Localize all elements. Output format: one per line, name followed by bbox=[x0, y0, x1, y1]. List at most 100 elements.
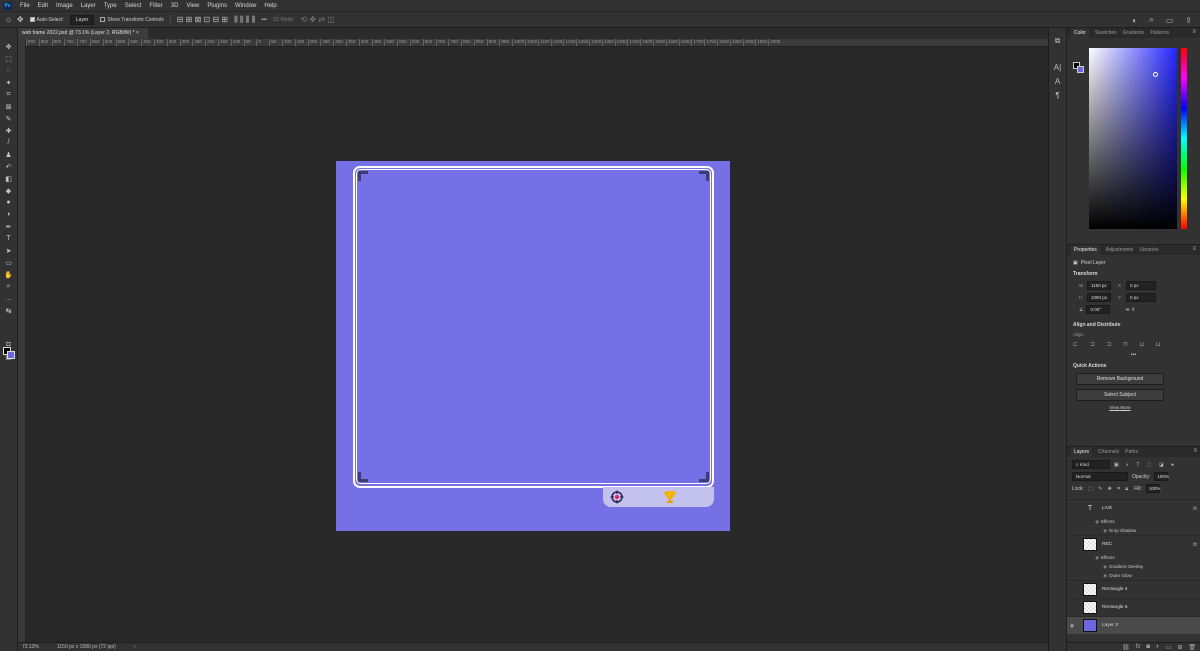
more-tools-icon[interactable]: … bbox=[3, 293, 15, 304]
eyedropper-icon[interactable]: ✎ bbox=[3, 113, 15, 124]
more-options-button[interactable]: ••• bbox=[261, 17, 266, 23]
marquee-tool-icon[interactable]: ⬚ bbox=[3, 53, 15, 64]
hue-slider[interactable] bbox=[1181, 48, 1187, 229]
tab-patterns[interactable]: Patterns bbox=[1150, 30, 1169, 36]
effects-row[interactable]: ◉ Effects bbox=[1067, 553, 1200, 562]
panel-menu-icon[interactable]: ≡ bbox=[1192, 29, 1196, 35]
workspace-icon[interactable]: ▭ bbox=[1166, 16, 1174, 25]
menu-select[interactable]: Select bbox=[121, 3, 146, 9]
width-field[interactable]: 1150 px bbox=[1087, 281, 1111, 290]
fx-icon[interactable]: fx bbox=[1193, 506, 1197, 512]
blend-mode-dropdown[interactable]: Normal bbox=[1072, 472, 1128, 481]
layer-row[interactable]: T LIVE fx bbox=[1067, 499, 1200, 517]
menu-3d[interactable]: 3D bbox=[167, 3, 183, 9]
crop-tool-icon[interactable]: ⌗ bbox=[3, 89, 15, 100]
align-icons[interactable]: ⊟ ⊞ ⊠ ⊡ ⊟ ⊞ bbox=[177, 15, 228, 24]
glyph-icon[interactable]: A bbox=[1055, 77, 1060, 86]
layer-row[interactable]: REC fx bbox=[1067, 535, 1200, 553]
eye-icon[interactable]: ◉ bbox=[1067, 528, 1109, 534]
new-group-icon[interactable]: ▭ bbox=[1166, 644, 1172, 651]
tab-layers[interactable]: Layers bbox=[1071, 447, 1093, 457]
close-icon[interactable]: × bbox=[136, 30, 139, 36]
magic-wand-icon[interactable]: ✦ bbox=[3, 77, 15, 88]
menu-file[interactable]: File bbox=[16, 3, 34, 9]
rectangle-tool-icon[interactable]: ▭ bbox=[3, 257, 15, 268]
distribute-icons[interactable]: ⫼ ⫼ ⫼ ⫼ bbox=[234, 15, 255, 25]
layer-name[interactable]: LIVE bbox=[1102, 506, 1112, 511]
flip-icons[interactable]: ⇹ ⇳ bbox=[1125, 307, 1135, 313]
tab-swatches[interactable]: Swatches bbox=[1095, 30, 1117, 36]
layer-filter-icons[interactable]: ▣ ◐ T ⬚ ◪ ● bbox=[1114, 462, 1177, 468]
menu-help[interactable]: Help bbox=[260, 3, 280, 9]
tab-color[interactable]: Color bbox=[1071, 28, 1089, 38]
move-tool-icon[interactable]: ✥ bbox=[3, 41, 15, 52]
adjustment-layer-icon[interactable]: ◐ bbox=[1156, 644, 1160, 650]
menu-filter[interactable]: Filter bbox=[145, 3, 166, 9]
effect-row[interactable]: ◉ Outer Glow bbox=[1067, 571, 1200, 580]
tab-libraries[interactable]: Libraries bbox=[1139, 247, 1158, 253]
transform-controls-checkbox[interactable]: Show Transform Controls bbox=[100, 17, 164, 23]
effect-row[interactable]: ◉ Gradient Overlay bbox=[1067, 562, 1200, 571]
brush-tool-icon[interactable]: / bbox=[3, 137, 15, 148]
remove-background-button[interactable]: Remove Background bbox=[1076, 373, 1164, 385]
tab-adjustments[interactable]: Adjustments bbox=[1106, 247, 1134, 253]
history-icon[interactable]: ⧉ bbox=[1055, 36, 1061, 46]
layers-menu-icon[interactable]: ≡ bbox=[1193, 448, 1197, 454]
auto-select-checkbox[interactable]: Auto-Select: bbox=[29, 17, 64, 23]
path-selection-icon[interactable]: ➤ bbox=[3, 245, 15, 256]
eye-icon[interactable]: ◉ bbox=[1067, 623, 1077, 629]
eye-icon[interactable]: ◉ bbox=[1067, 573, 1109, 579]
height-field[interactable]: 1080 px bbox=[1087, 293, 1111, 302]
dodge-tool-icon[interactable]: ◖ bbox=[3, 209, 15, 220]
share-icon[interactable]: ◐ bbox=[1132, 16, 1137, 25]
align-buttons[interactable]: ⊏ ⊐ ⊐ ⊓ ⊔ ⊔ bbox=[1073, 341, 1194, 348]
type-tool-icon[interactable]: T bbox=[3, 233, 15, 244]
transform-title[interactable]: Transform bbox=[1073, 271, 1194, 277]
tab-channels[interactable]: Channels bbox=[1098, 449, 1119, 455]
saturation-value-field[interactable] bbox=[1089, 48, 1177, 229]
frame-tool-icon[interactable]: ⊠ bbox=[3, 101, 15, 112]
fx-icon[interactable]: fx bbox=[1193, 542, 1197, 548]
layer-name[interactable]: Layer 2 bbox=[1102, 623, 1118, 628]
layer-row[interactable]: Rectangle 5 bbox=[1067, 598, 1200, 616]
color-background-swatch[interactable] bbox=[1077, 66, 1084, 73]
history-brush-icon[interactable]: ↶ bbox=[3, 161, 15, 172]
menu-window[interactable]: Window bbox=[231, 3, 260, 9]
eraser-icon[interactable]: ◧ bbox=[3, 173, 15, 184]
lasso-tool-icon[interactable]: ◌ bbox=[3, 65, 15, 76]
tab-gradients[interactable]: Gradients bbox=[1123, 30, 1145, 36]
y-field[interactable]: 0 px bbox=[1126, 293, 1156, 302]
delete-layer-icon[interactable]: 🗑︎ bbox=[1188, 644, 1196, 651]
menu-image[interactable]: Image bbox=[52, 3, 77, 9]
layer-name[interactable]: REC bbox=[1102, 542, 1112, 547]
effects-row[interactable]: ◉ Effects bbox=[1067, 517, 1200, 526]
new-layer-icon[interactable]: ⊞ bbox=[1177, 644, 1182, 651]
add-mask-icon[interactable]: ◙ bbox=[1146, 644, 1150, 650]
color-picker-marker[interactable] bbox=[1153, 72, 1158, 77]
layer-name[interactable]: Rectangle 4 bbox=[1102, 587, 1128, 592]
effect-row[interactable]: ◉ Drop Shadow bbox=[1067, 526, 1200, 535]
document-canvas[interactable] bbox=[336, 161, 730, 531]
paint-bucket-icon[interactable]: ◆ bbox=[3, 185, 15, 196]
auto-select-dropdown[interactable]: Layer bbox=[69, 14, 95, 25]
search-icon[interactable]: ⌕ bbox=[1149, 15, 1153, 25]
eye-icon[interactable]: ◉ bbox=[1067, 519, 1101, 525]
properties-menu-icon[interactable]: ≡ bbox=[1192, 246, 1196, 252]
layer-row-selected[interactable]: ◉ Layer 2 bbox=[1067, 616, 1200, 634]
healing-brush-icon[interactable]: ✚ bbox=[3, 125, 15, 136]
opacity-field[interactable]: 100% bbox=[1154, 472, 1169, 481]
paragraph-icon[interactable]: ¶ bbox=[1055, 91, 1059, 100]
add-style-icon[interactable]: fx bbox=[1136, 644, 1141, 650]
link-layers-icon[interactable]: ⛓ bbox=[1122, 644, 1130, 651]
tab-properties[interactable]: Properties bbox=[1071, 245, 1100, 255]
clone-stamp-icon[interactable]: ♟ bbox=[3, 149, 15, 160]
share-export-icon[interactable]: ⇪ bbox=[1185, 16, 1192, 25]
quick-actions-title[interactable]: Quick Actions bbox=[1073, 363, 1194, 369]
layer-row[interactable]: Rectangle 4 bbox=[1067, 580, 1200, 598]
fill-field[interactable]: 100% bbox=[1145, 484, 1160, 493]
eye-icon[interactable]: ◉ bbox=[1067, 564, 1109, 570]
vertical-ruler[interactable] bbox=[18, 39, 26, 642]
menu-layer[interactable]: Layer bbox=[77, 3, 100, 9]
select-subject-button[interactable]: Select Subject bbox=[1076, 389, 1164, 401]
background-color-swatch[interactable] bbox=[7, 351, 15, 359]
